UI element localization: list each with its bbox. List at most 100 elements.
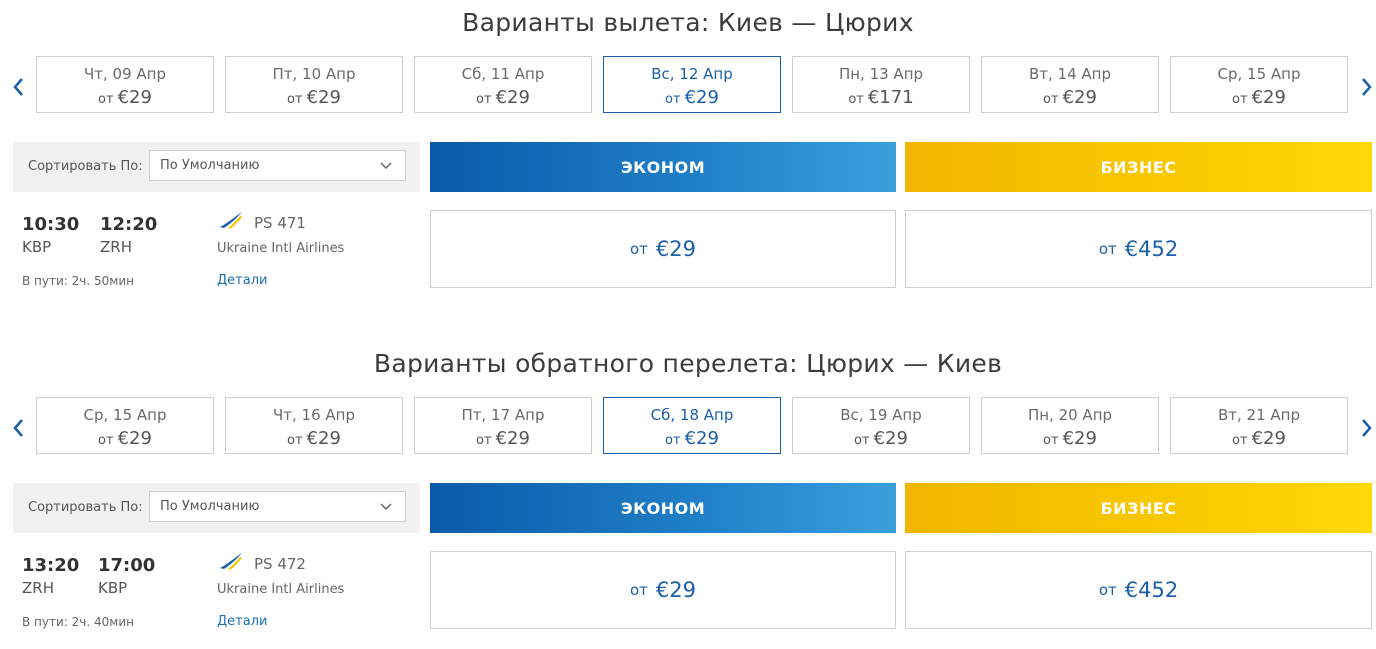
date-option[interactable]: Ср, 15 Апр от €29: [36, 397, 214, 454]
date-option[interactable]: Вс, 19 Апр от €29: [792, 397, 970, 454]
next-dates-button[interactable]: [1360, 417, 1374, 439]
details-link[interactable]: Детали: [217, 614, 267, 629]
return-section: Варианты обратного перелета: Цюрих — Кие…: [0, 349, 1376, 641]
date-label: Вс, 19 Апр: [840, 406, 922, 424]
economy-class-header[interactable]: ЭКОНОМ: [430, 142, 896, 192]
chevron-down-icon: [380, 162, 392, 170]
date-label: Сб, 11 Апр: [461, 65, 545, 83]
date-option-selected[interactable]: Сб, 18 Апр от €29: [603, 397, 781, 454]
date-price: от €29: [1232, 428, 1286, 449]
departure-time: 13:20: [22, 555, 80, 576]
date-label: Вт, 14 Апр: [1028, 65, 1111, 83]
date-label: Пн, 13 Апр: [838, 65, 924, 83]
date-option[interactable]: Ср, 15 Апр от €29: [1170, 56, 1348, 113]
economy-class-header[interactable]: ЭКОНОМ: [430, 483, 896, 533]
price-from-label: от: [1098, 581, 1117, 599]
return-title: Варианты обратного перелета: Цюрих — Кие…: [373, 349, 1003, 378]
flight-info: 13:20 ZRH 17:00 KBP PS 472 Ukraine Intl …: [0, 549, 420, 649]
economy-price-option[interactable]: от €29: [430, 210, 896, 288]
airline-name: Ukraine Intl Airlines: [217, 241, 345, 256]
airline-name: Ukraine Intl Airlines: [217, 582, 345, 597]
airline-logo-icon: [220, 212, 242, 229]
chevron-right-icon: [1362, 78, 1372, 96]
date-label: Ср, 15 Апр: [83, 406, 167, 424]
business-price: €452: [1124, 237, 1179, 261]
date-price: от €171: [848, 87, 914, 108]
flight-duration: В пути: 2ч. 50мин: [22, 274, 134, 288]
outbound-title: Варианты вылета: Киев — Цюрих: [462, 8, 914, 37]
sort-label: Сортировать По:: [28, 159, 143, 174]
arrival-time: 17:00: [98, 555, 156, 576]
economy-price: €29: [655, 578, 696, 602]
sort-label: Сортировать По:: [28, 500, 143, 515]
economy-price-option[interactable]: от €29: [430, 551, 896, 629]
date-price: от €29: [1232, 87, 1286, 108]
date-price: от €29: [476, 428, 530, 449]
date-label: Ср, 15 Апр: [1217, 65, 1301, 83]
date-label: Чт, 16 Апр: [272, 406, 355, 424]
date-price: от €29: [98, 428, 152, 449]
departure-airport: KBP: [22, 238, 52, 256]
departure-airport: ZRH: [22, 579, 54, 597]
date-price: от €29: [665, 428, 719, 449]
date-label: Пн, 20 Апр: [1027, 406, 1113, 424]
date-price: от €29: [287, 87, 341, 108]
prev-dates-button[interactable]: [11, 417, 25, 439]
sort-bar: Сортировать По: По Умолчанию: [13, 142, 420, 192]
sort-select[interactable]: По Умолчанию: [149, 491, 406, 522]
date-option-selected[interactable]: Вс, 12 Апр от €29: [603, 56, 781, 113]
date-option[interactable]: Пн, 13 Апр от €171: [792, 56, 970, 113]
sort-value: По Умолчанию: [160, 158, 260, 173]
chevron-left-icon: [13, 419, 23, 437]
date-option[interactable]: Чт, 09 Апр от €29: [36, 56, 214, 113]
date-option[interactable]: Пт, 10 Апр от €29: [225, 56, 403, 113]
date-label: Пт, 17 Апр: [461, 406, 545, 424]
business-price: €452: [1124, 578, 1179, 602]
business-class-header[interactable]: БИЗНЕС: [905, 142, 1372, 192]
business-price-option[interactable]: от €452: [905, 551, 1372, 629]
price-from-label: от: [629, 240, 648, 258]
date-price: от €29: [1043, 428, 1097, 449]
date-price: от €29: [665, 87, 719, 108]
business-price-option[interactable]: от €452: [905, 210, 1372, 288]
date-option[interactable]: Вт, 14 Апр от €29: [981, 56, 1159, 113]
date-label: Пт, 10 Апр: [272, 65, 356, 83]
arrival-airport: ZRH: [100, 238, 132, 256]
date-price: от €29: [476, 87, 530, 108]
sort-value: По Умолчанию: [160, 499, 260, 514]
flight-duration: В пути: 2ч. 40мин: [22, 615, 134, 629]
date-option[interactable]: Пн, 20 Апр от €29: [981, 397, 1159, 454]
business-class-header[interactable]: БИЗНЕС: [905, 483, 1372, 533]
airline-logo-icon: [220, 553, 242, 570]
date-option[interactable]: Пт, 17 Апр от €29: [414, 397, 592, 454]
date-price: от €29: [98, 87, 152, 108]
date-label: Чт, 09 Апр: [83, 65, 166, 83]
date-option[interactable]: Сб, 11 Апр от €29: [414, 56, 592, 113]
next-dates-button[interactable]: [1360, 76, 1374, 98]
date-price: от €29: [854, 428, 908, 449]
date-label: Вс, 12 Апр: [651, 65, 733, 83]
prev-dates-button[interactable]: [11, 76, 25, 98]
price-from-label: от: [1098, 240, 1117, 258]
chevron-down-icon: [380, 503, 392, 511]
arrival-airport: KBP: [98, 579, 128, 597]
details-link[interactable]: Детали: [217, 273, 267, 288]
sort-select[interactable]: По Умолчанию: [149, 150, 406, 181]
date-label: Вт, 21 Апр: [1217, 406, 1300, 424]
flight-number: PS 471: [254, 214, 306, 232]
arrival-time: 12:20: [100, 214, 158, 235]
flight-info: 10:30 KBP 12:20 ZRH PS 471 Ukraine Intl …: [0, 208, 420, 308]
date-price: от €29: [287, 428, 341, 449]
outbound-section: Варианты вылета: Киев — Цюрих Чт, 09 Апр…: [0, 8, 1376, 308]
date-label: Сб, 18 Апр: [650, 406, 734, 424]
date-option[interactable]: Вт, 21 Апр от €29: [1170, 397, 1348, 454]
price-from-label: от: [629, 581, 648, 599]
economy-price: €29: [655, 237, 696, 261]
sort-bar: Сортировать По: По Умолчанию: [13, 483, 420, 533]
date-price: от €29: [1043, 87, 1097, 108]
date-option[interactable]: Чт, 16 Апр от €29: [225, 397, 403, 454]
flight-number: PS 472: [254, 555, 306, 573]
chevron-right-icon: [1362, 419, 1372, 437]
departure-time: 10:30: [22, 214, 80, 235]
chevron-left-icon: [13, 78, 23, 96]
